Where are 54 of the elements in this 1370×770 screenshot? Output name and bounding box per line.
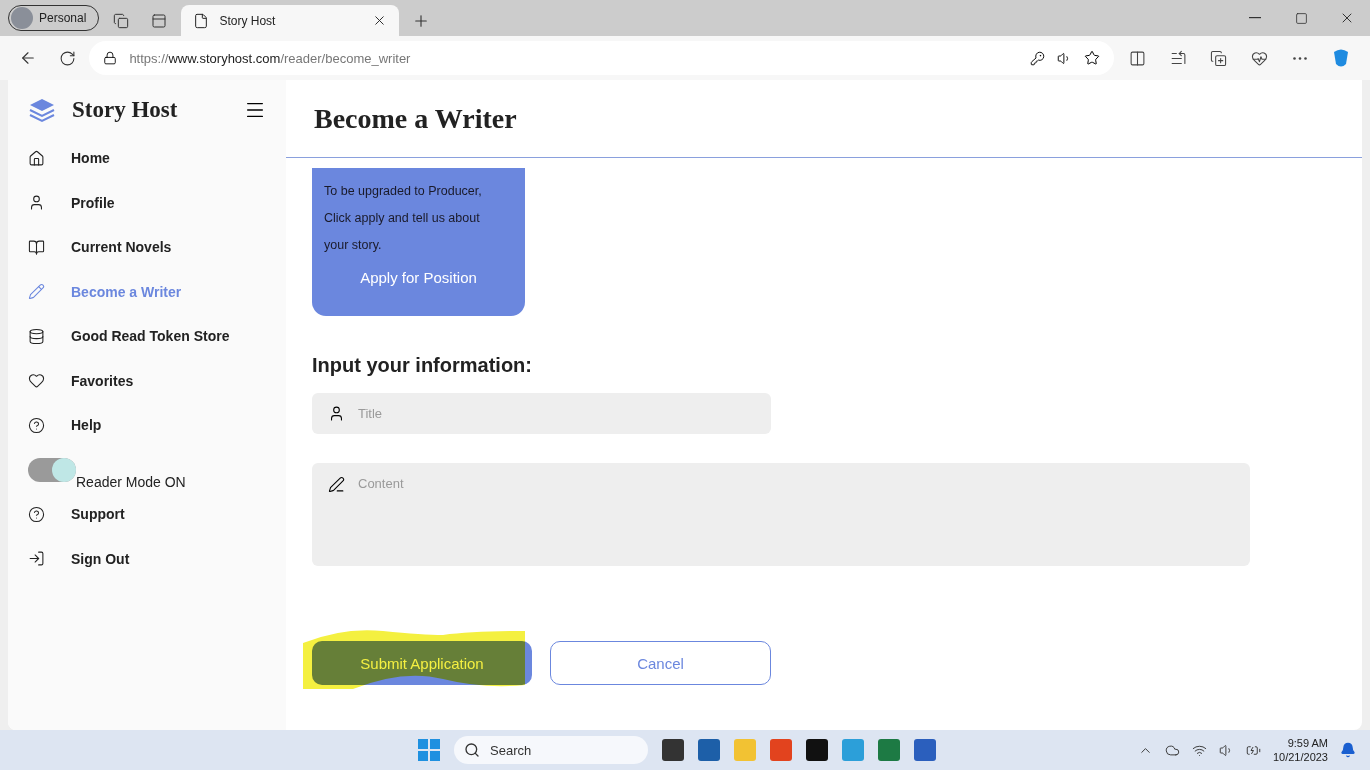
workspaces-icon <box>151 13 168 29</box>
start-icon[interactable] <box>418 739 440 761</box>
title-field[interactable]: Title <box>312 393 771 434</box>
page-icon <box>193 12 210 29</box>
nav-item[interactable]: Home <box>28 136 266 181</box>
toggle-label: Reader Mode ON <box>76 474 186 490</box>
lock-icon <box>103 51 118 65</box>
nav-icon <box>28 283 45 301</box>
clock[interactable]: 9:59 AM 10/21/2023 <box>1272 736 1328 764</box>
user-icon <box>328 405 345 422</box>
more-icon[interactable] <box>1293 56 1308 60</box>
notification-bell-icon[interactable] <box>1340 742 1356 758</box>
nav-icon <box>28 505 45 523</box>
content-field[interactable]: Content <box>312 463 1250 566</box>
nav-icon <box>28 416 45 434</box>
submit-button[interactable]: Submit Application <box>312 641 532 685</box>
nav-item[interactable]: Current Novels <box>28 225 266 270</box>
nav-item[interactable]: Good Read Token Store <box>28 314 266 359</box>
stacked-books-icon <box>28 96 56 124</box>
minimize-icon[interactable] <box>1249 17 1261 19</box>
nav-item[interactable]: Support <box>28 492 266 537</box>
nav-icon <box>28 238 45 256</box>
nav-icon <box>28 327 45 345</box>
page-title: Become a Writer <box>314 102 517 135</box>
restore-icon <box>1294 11 1308 25</box>
nav-icon <box>28 149 45 167</box>
nav-icon <box>28 194 45 212</box>
avatar-circle <box>11 7 33 29</box>
nav-item[interactable]: Sign Out <box>28 536 266 581</box>
star-icon <box>1084 50 1101 66</box>
health-icon <box>1251 49 1268 67</box>
nav-icon <box>28 372 45 390</box>
pen-icon <box>328 476 345 493</box>
form-heading: Input your information: <box>312 354 533 377</box>
card-text: your story. <box>324 237 383 254</box>
card-text: Click apply and tell us about <box>324 210 481 227</box>
split-screen-icon <box>1129 49 1147 67</box>
reload-icon <box>58 49 76 67</box>
search-icon <box>464 742 480 758</box>
toggle-switch[interactable] <box>28 458 76 482</box>
card-text: To be upgraded to Producer, <box>324 183 483 200</box>
collections-icon <box>1210 49 1228 67</box>
cancel-button[interactable]: Cancel <box>550 641 771 685</box>
tab-actions-icon <box>113 13 130 29</box>
address-bar[interactable]: https://www.storyhost.com/reader/become_writer <box>89 41 1115 75</box>
browser-tab[interactable]: Story Host <box>181 5 400 36</box>
nav-item[interactable]: Help <box>28 403 266 448</box>
cloud-icon <box>1164 742 1180 758</box>
brand-name: Story Host <box>72 97 179 123</box>
nav-item[interactable]: Favorites <box>28 358 266 403</box>
nav-item[interactable]: Profile <box>28 180 266 225</box>
key-icon <box>1030 50 1046 66</box>
nav-icon <box>28 550 45 568</box>
taskbar-search[interactable]: Search <box>454 736 648 764</box>
